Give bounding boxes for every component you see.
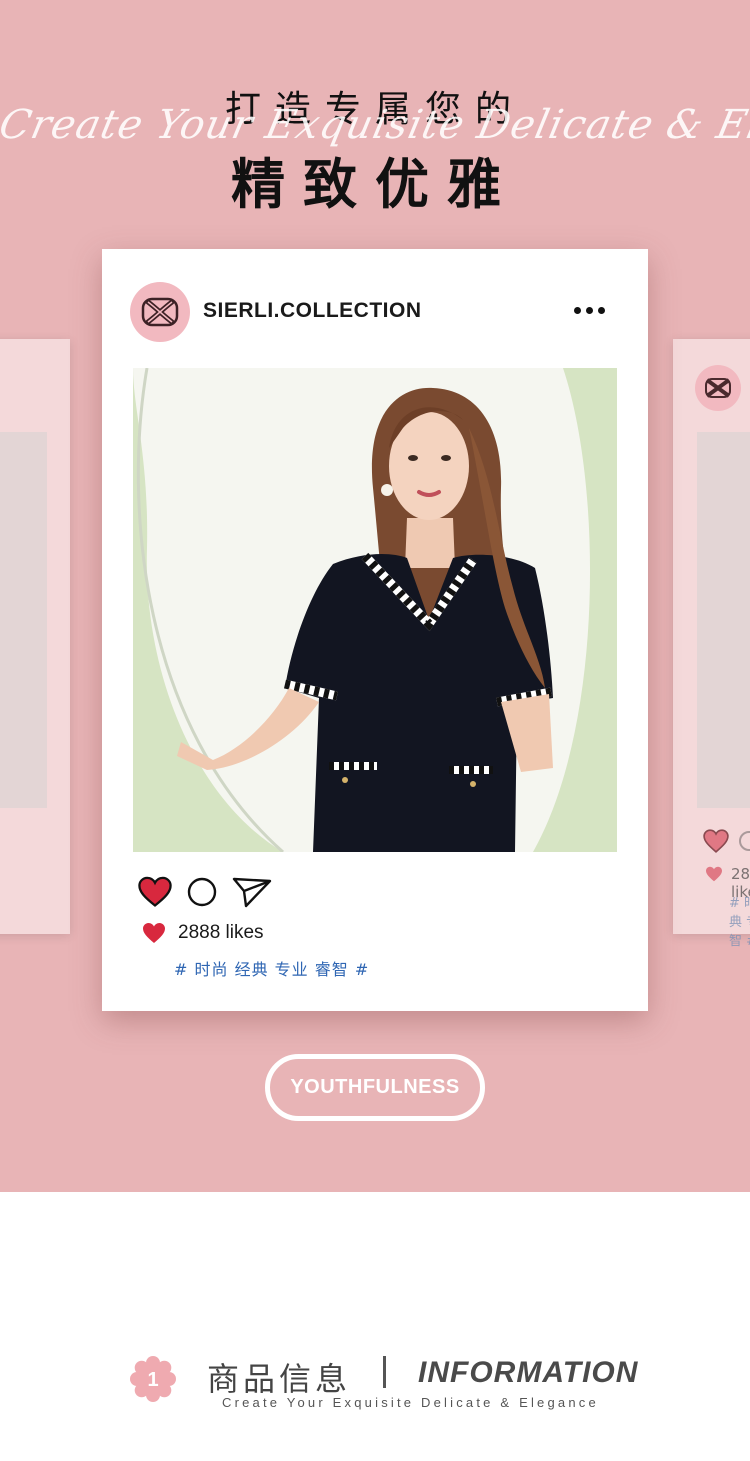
side-post-card-right: 2888 likes # 时尚 经典 专业 睿智 # — [673, 339, 750, 949]
hero-banner: 打造专属您的 Create Your Exquisite Delicate & … — [0, 0, 750, 1192]
brand-logo[interactable] — [130, 282, 190, 342]
info-title-cn: 商品信息 — [207, 1360, 352, 1398]
section-number: 1 — [147, 1369, 158, 1391]
likes-row: 2888 likes — [142, 922, 264, 944]
info-title-en: INFORMATION — [418, 1356, 639, 1389]
heart-icon — [703, 829, 729, 853]
likes-count[interactable]: 2888 likes — [178, 922, 264, 944]
post-actions — [138, 875, 272, 909]
side-hashtags: # 时尚 经典 专业 睿智 # — [729, 896, 750, 949]
info-section — [0, 1192, 750, 1461]
title-divider — [383, 1356, 386, 1388]
account-handle[interactable]: SIERLI.COLLECTION — [203, 299, 422, 323]
heart-icon[interactable] — [138, 876, 172, 908]
post-hashtags[interactable]: # 时尚 经典 专业 睿智 # — [174, 956, 369, 980]
heart-icon — [143, 923, 165, 943]
badge-label: YOUTHFULNESS — [290, 1076, 460, 1098]
side-post-photo-placeholder — [697, 432, 750, 808]
comment-icon — [739, 831, 750, 851]
more-icon[interactable] — [574, 307, 605, 314]
youthfulness-badge[interactable]: YOUTHFULNESS — [265, 1054, 485, 1121]
info-subtitle: Create Your Exquisite Delicate & Eleganc… — [222, 1395, 599, 1410]
side-post-card-left — [0, 339, 70, 934]
side-post-photo-placeholder — [0, 432, 47, 808]
brand-logo — [695, 365, 741, 411]
section-number-badge: 1 — [130, 1356, 176, 1402]
headline-secondary: 精致优雅 — [231, 153, 519, 216]
comment-icon[interactable] — [186, 876, 218, 908]
post-card: SIERLI.COLLECTION 2888 likes # 时尚 经典 专业 … — [102, 249, 648, 1011]
post-photo[interactable] — [133, 368, 617, 852]
heart-icon — [706, 866, 722, 882]
send-icon[interactable] — [232, 875, 272, 909]
